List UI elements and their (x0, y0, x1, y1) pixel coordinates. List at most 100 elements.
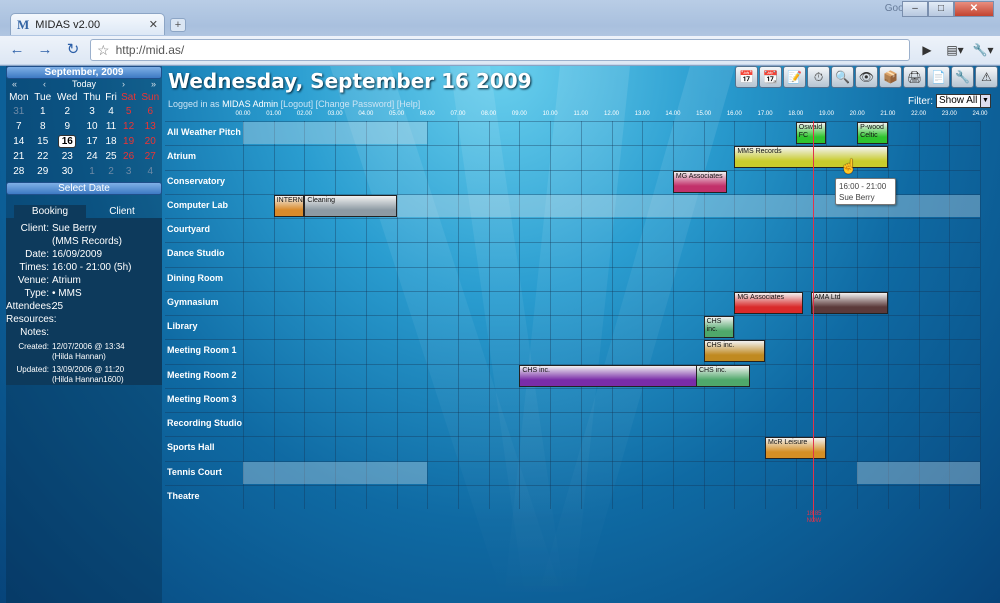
chevron-down-icon[interactable]: ▼ (980, 94, 991, 108)
notes-icon[interactable]: 📝 (783, 66, 806, 88)
settings-icon[interactable]: 🔧 (951, 66, 974, 88)
calendar-day[interactable]: 14 (6, 134, 32, 149)
calendar-day[interactable]: 24 (81, 149, 104, 164)
venue-row[interactable]: Sports Hall (165, 436, 980, 460)
user-link[interactable]: MIDAS Admin (222, 99, 278, 109)
booking-block[interactable]: MG Associates (734, 291, 804, 314)
go-icon[interactable]: ▶ (916, 40, 938, 60)
calendar-day[interactable]: 5 (119, 104, 139, 119)
booking-block[interactable]: P-wood Celtic (857, 122, 888, 144)
booking-block[interactable]: INTERNAL (273, 194, 305, 217)
calendar-day[interactable]: 17 (81, 134, 104, 149)
calendar-day[interactable]: 20 (138, 134, 162, 149)
calendar-day[interactable]: 8 (32, 119, 54, 134)
calendar-day[interactable]: 4 (103, 104, 118, 119)
venue-label: Venue: (17, 275, 49, 286)
back-button[interactable]: ← (6, 40, 28, 60)
next-year-button[interactable]: » (151, 79, 156, 90)
calendar-day[interactable]: 12 (119, 119, 139, 134)
booking-block[interactable]: Cleaning (304, 194, 397, 217)
clock-icon[interactable]: ⏱ (807, 66, 830, 88)
minimize-button[interactable]: – (902, 1, 928, 17)
select-date-button[interactable]: Select Date (6, 182, 162, 195)
midas-page: September, 2009 « ‹ Today › » Mon Tue Wed T… (0, 66, 1000, 603)
forward-button[interactable]: → (34, 40, 56, 60)
filter-select[interactable]: Show All (936, 94, 986, 108)
search-icon[interactable]: 🔍 (831, 66, 854, 88)
venue-row[interactable]: Dining Room (165, 266, 980, 291)
calendar-day[interactable]: 2 (54, 104, 81, 119)
wrench-menu-icon[interactable]: 🔧▾ (972, 40, 994, 60)
calendar-day[interactable]: 23 (54, 149, 81, 164)
resources-icon[interactable]: 📦 (879, 66, 902, 88)
venue-name: Atrium (167, 151, 196, 162)
calendar-day[interactable]: 22 (32, 149, 54, 164)
venue-row[interactable]: Library (165, 315, 980, 339)
booking-block[interactable]: MG Associates (672, 170, 727, 193)
browser-tab[interactable]: M MIDAS v2.00 ✕ (10, 13, 165, 35)
help-link[interactable]: [Help] (397, 99, 421, 109)
calendar-day[interactable]: 4 (138, 164, 162, 179)
print-icon[interactable]: 🖨 (903, 66, 926, 88)
venue-row[interactable]: Theatre (165, 484, 980, 509)
logout-link[interactable]: [Logout] (281, 99, 314, 109)
prev-year-button[interactable]: « (12, 79, 17, 90)
calendar-day[interactable]: 11 (103, 119, 118, 134)
venue-row[interactable]: Courtyard (165, 218, 980, 242)
address-bar[interactable]: ☆ http://mid.as/ (90, 39, 910, 61)
calendar-day[interactable]: 16 (54, 134, 81, 149)
calendar-day[interactable]: 25 (103, 149, 118, 164)
tab-booking[interactable]: Booking (14, 205, 86, 218)
calendar-day[interactable]: 26 (119, 149, 139, 164)
booking-block[interactable]: CHS inc. (703, 316, 735, 338)
calendar-day[interactable]: 7 (6, 119, 32, 134)
booking-block[interactable]: MMS Records (734, 146, 888, 169)
document-icon[interactable]: 📄 (927, 66, 950, 88)
view-icon[interactable]: 👁 (855, 66, 878, 88)
bookings-icon[interactable]: 📆 (759, 66, 782, 88)
booking-block[interactable]: CHS inc. (695, 364, 750, 387)
reload-button[interactable]: ↻ (62, 40, 84, 60)
prev-month-button[interactable]: ‹ (43, 79, 46, 90)
calendar-day[interactable]: 31 (6, 104, 32, 119)
venue-row[interactable]: Recording Studio (165, 412, 980, 436)
calendar-day[interactable]: 27 (138, 149, 162, 164)
venue-row[interactable]: Meeting Room 3 (165, 387, 980, 412)
calendar-day[interactable]: 9 (54, 119, 81, 134)
next-month-button[interactable]: › (122, 79, 125, 90)
booking-block[interactable]: CHS inc. (703, 340, 766, 363)
booking-block[interactable]: McR Leisure (765, 437, 827, 460)
calendar-day[interactable]: 29 (32, 164, 54, 179)
venue-row[interactable]: Meeting Room 1 (165, 339, 980, 363)
add-booking-icon[interactable]: 📅 (735, 66, 758, 88)
maximize-button[interactable]: □ (928, 1, 954, 17)
calendar-day[interactable]: 15 (32, 134, 54, 149)
calendar-day[interactable]: 1 (32, 104, 54, 119)
change-password-link[interactable]: [Change Password] (316, 99, 395, 109)
calendar-day[interactable]: 6 (138, 104, 162, 119)
booking-block[interactable]: AMA Ltd (811, 291, 888, 314)
calendar-day[interactable]: 1 (81, 164, 104, 179)
calendar-day[interactable]: 2 (103, 164, 118, 179)
close-icon[interactable]: ✕ (149, 18, 158, 31)
page-menu-icon[interactable]: ▤▾ (944, 40, 966, 60)
alert-icon[interactable]: ⚠ (975, 66, 998, 88)
calendar-day[interactable]: 3 (119, 164, 139, 179)
today-button[interactable]: Today (72, 79, 96, 90)
calendar-day[interactable]: 28 (6, 164, 32, 179)
calendar-day[interactable]: 30 (54, 164, 81, 179)
calendar-day[interactable]: 19 (119, 134, 139, 149)
bookmark-star-icon[interactable]: ☆ (97, 42, 110, 59)
calendar-day[interactable]: 21 (6, 149, 32, 164)
venue-row[interactable]: Dance Studio (165, 242, 980, 266)
close-window-button[interactable]: ✕ (954, 1, 994, 17)
calendar-day[interactable]: 13 (138, 119, 162, 134)
tab-client[interactable]: Client (86, 205, 158, 218)
calendar-day[interactable]: 3 (81, 104, 104, 119)
booking-block[interactable]: CHS inc. (519, 364, 704, 387)
calendar-day[interactable]: 10 (81, 119, 104, 134)
calendar-day-header: Mon (9, 91, 29, 103)
calendar-day[interactable]: 18 (103, 134, 118, 149)
new-tab-button[interactable]: + (170, 18, 186, 32)
booking-block[interactable]: Oswald FC (795, 122, 827, 144)
